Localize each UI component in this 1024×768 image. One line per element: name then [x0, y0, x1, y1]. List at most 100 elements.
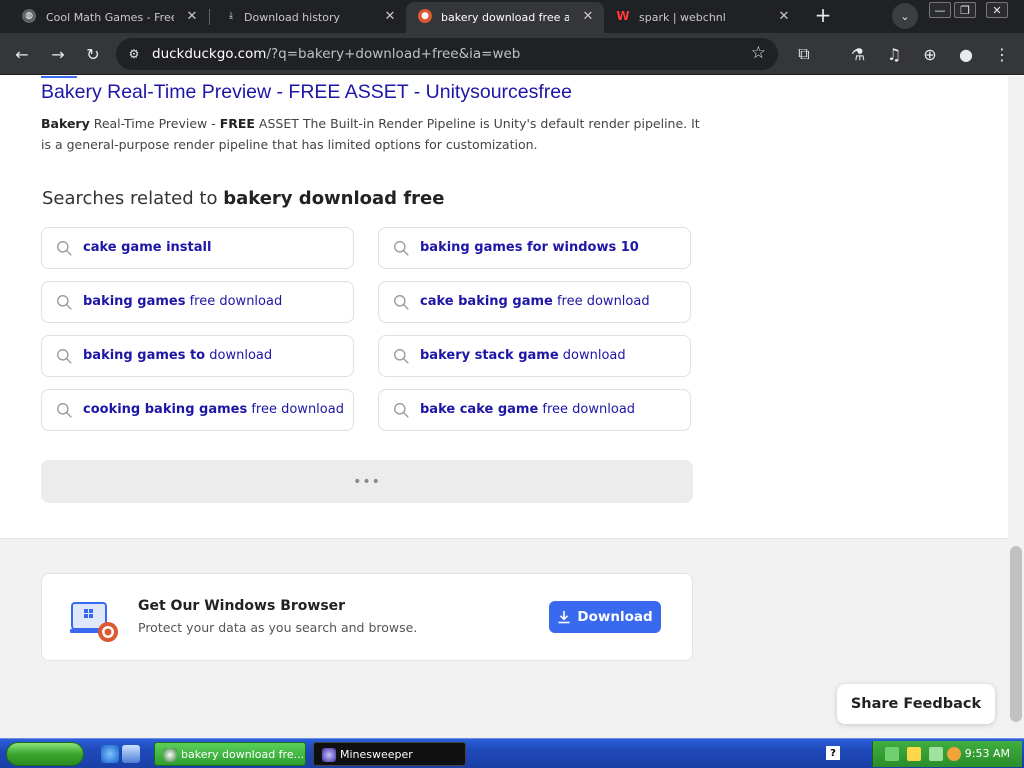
- url-path: /?q=bakery+download+free&ia=web: [266, 46, 521, 62]
- related-search-item[interactable]: cake game install: [41, 227, 354, 269]
- result-title-link[interactable]: Bakery Real-Time Preview - FREE ASSET - …: [41, 81, 572, 104]
- share-feedback-button[interactable]: Share Feedback: [837, 684, 995, 724]
- promo-subtitle: Protect your data as you search and brow…: [138, 620, 418, 635]
- related-search-text: cake game install: [83, 240, 211, 255]
- start-button[interactable]: [6, 742, 84, 766]
- download-browser-button[interactable]: Download: [549, 601, 661, 633]
- close-icon[interactable]: ✕: [382, 8, 398, 24]
- close-icon[interactable]: ✕: [580, 8, 596, 24]
- profile-icon[interactable]: ●: [953, 41, 979, 67]
- minimize-button[interactable]: —: [929, 2, 951, 18]
- windows-taskbar: bakery download fre... Minesweeper ? 9:5…: [0, 738, 1024, 768]
- related-search-text: bakery stack game download: [420, 348, 626, 363]
- related-search-item[interactable]: baking games to download: [41, 335, 354, 377]
- volume-icon[interactable]: [929, 747, 943, 761]
- related-search-item[interactable]: baking games for windows 10: [378, 227, 691, 269]
- show-desktop-icon[interactable]: [122, 745, 140, 763]
- related-rest: free download: [185, 294, 283, 309]
- taskbar-item-bakery-download[interactable]: bakery download fre...: [154, 742, 306, 766]
- restore-button[interactable]: ❐: [954, 2, 976, 18]
- new-tab-button[interactable]: +: [812, 5, 834, 27]
- related-search-item[interactable]: cake baking game free download: [378, 281, 691, 323]
- task-label: bakery download fre...: [181, 747, 305, 761]
- close-icon[interactable]: ✕: [776, 8, 792, 24]
- related-heading-prefix: Searches related to: [42, 188, 224, 209]
- duckduckgo-icon: ●: [418, 9, 432, 23]
- network-icon[interactable]: [885, 747, 899, 761]
- search-results-page: Bakery Real-Time Preview - FREE ASSET - …: [0, 76, 1008, 738]
- tab-label: Cool Math Games - Free O: [46, 11, 174, 24]
- related-search-text: cooking baking games free download: [83, 402, 344, 417]
- spark-icon: W: [616, 9, 630, 23]
- help-icon[interactable]: ?: [826, 746, 840, 760]
- address-bar[interactable]: ⚙ duckduckgo.com/?q=bakery+download+free…: [116, 38, 778, 70]
- search-icon: [57, 403, 72, 418]
- download-button-label: Download: [577, 609, 653, 625]
- url-text[interactable]: duckduckgo.com/?q=bakery+download+free&i…: [152, 46, 520, 62]
- tab-strip: ◍ Cool Math Games - Free O ✕ ⤓ Download …: [0, 0, 1024, 33]
- bookmark-star-icon[interactable]: ☆: [751, 43, 766, 63]
- security-shield-icon[interactable]: [907, 747, 921, 761]
- tab-search-button[interactable]: ⌄: [892, 3, 918, 29]
- taskbar-clock[interactable]: 9:53 AM: [965, 747, 1010, 760]
- related-search-text: baking games free download: [83, 294, 282, 309]
- tab-download-history[interactable]: ⤓ Download history ✕: [210, 2, 406, 33]
- search-icon: [57, 295, 72, 310]
- related-search-item[interactable]: baking games free download: [41, 281, 354, 323]
- search-icon: [57, 241, 72, 256]
- related-bold: cooking baking games: [83, 402, 248, 417]
- close-icon[interactable]: ✕: [184, 8, 200, 24]
- related-search-item[interactable]: bakery stack game download: [378, 335, 691, 377]
- snippet-bold: Bakery: [41, 116, 90, 131]
- related-rest: download: [205, 348, 273, 363]
- related-rest: download: [558, 348, 626, 363]
- search-icon: [394, 403, 409, 418]
- reload-button[interactable]: ↻: [80, 41, 106, 67]
- search-icon: [394, 295, 409, 310]
- related-searches-heading: Searches related to bakery download free: [42, 188, 444, 209]
- related-search-text: baking games for windows 10: [420, 240, 639, 255]
- browser-icon: [163, 748, 177, 762]
- related-bold: cake game install: [83, 240, 212, 255]
- internet-explorer-icon[interactable]: [101, 745, 119, 763]
- taskbar-item-minesweeper[interactable]: Minesweeper: [313, 742, 466, 766]
- search-icon: [394, 241, 409, 256]
- related-search-text: cake baking game free download: [420, 294, 650, 309]
- search-icon: [57, 349, 72, 364]
- tab-bakery-download[interactable]: ● bakery download free at D ✕: [406, 2, 604, 33]
- url-host: duckduckgo.com: [152, 46, 267, 62]
- related-bold: baking games for windows 10: [420, 240, 639, 255]
- downloads-icon[interactable]: ⊕: [917, 41, 943, 67]
- forward-button[interactable]: →: [45, 41, 71, 67]
- related-search-item[interactable]: bake cake game free download: [378, 389, 691, 431]
- tab-label: spark | webchnl: [639, 11, 726, 24]
- labs-flask-icon[interactable]: ⚗: [845, 41, 871, 67]
- menu-kebab-icon[interactable]: ⋮: [989, 41, 1015, 67]
- back-button[interactable]: ←: [9, 41, 35, 67]
- browser-toolbar: ← → ↻ ⚙ duckduckgo.com/?q=bakery+downloa…: [0, 33, 1024, 75]
- search-icon: [394, 349, 409, 364]
- search-tray-icon[interactable]: [947, 747, 961, 761]
- related-rest: free download: [538, 402, 636, 417]
- related-bold: bakery stack game: [420, 348, 559, 363]
- tab-label: Download history: [244, 11, 341, 24]
- related-bold: baking games to: [83, 348, 206, 363]
- snippet-text: Real-Time Preview -: [89, 116, 220, 131]
- site-info-icon[interactable]: ⚙: [126, 46, 142, 62]
- close-window-button[interactable]: ✕: [986, 2, 1008, 18]
- tab-cool-math-games[interactable]: ◍ Cool Math Games - Free O ✕: [0, 2, 208, 33]
- media-controls-icon[interactable]: ♫: [881, 41, 907, 67]
- more-results-button[interactable]: •••: [41, 460, 693, 503]
- related-heading-query: bakery download free: [223, 188, 445, 209]
- tab-label: bakery download free at D: [441, 11, 569, 24]
- scrollbar-thumb[interactable]: [1010, 546, 1022, 722]
- browser-promo-card: Get Our Windows Browser Protect your dat…: [41, 573, 693, 661]
- extensions-icon[interactable]: ⧉: [791, 41, 817, 67]
- tab-spark-webchnl[interactable]: W spark | webchnl ✕: [604, 2, 800, 33]
- task-label: Minesweeper: [340, 747, 413, 761]
- snippet-bold: FREE: [219, 116, 255, 131]
- related-bold: baking games: [83, 294, 186, 309]
- result-divider: [41, 76, 77, 78]
- related-rest: free download: [247, 402, 344, 417]
- related-search-item[interactable]: cooking baking games free download: [41, 389, 354, 431]
